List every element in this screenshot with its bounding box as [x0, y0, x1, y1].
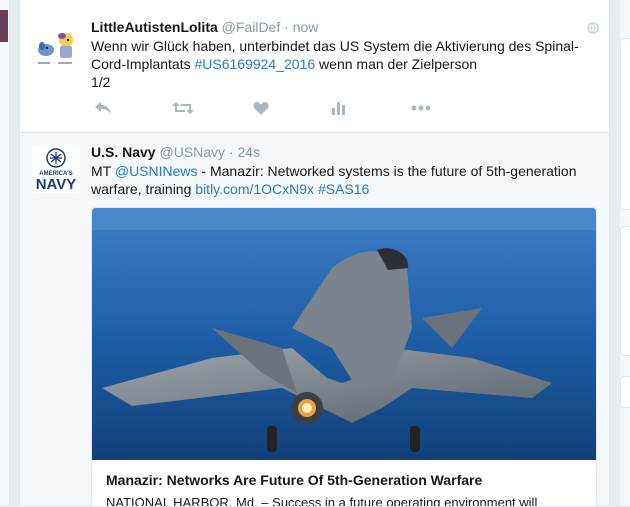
tweet-header: U.S. Navy @USNavy · 24s: [91, 143, 597, 161]
timestamp[interactable]: now: [293, 19, 319, 35]
globe-icon: [587, 21, 599, 39]
username[interactable]: @USNavy: [159, 144, 225, 160]
hashtag-link[interactable]: #SAS16: [318, 181, 369, 197]
tweet[interactable]: LittleAutistenLolita @FailDef · now Wenn…: [20, 10, 609, 133]
like-icon[interactable]: [249, 98, 273, 118]
left-column-edge: [0, 0, 10, 505]
avatar[interactable]: [32, 22, 80, 70]
separator: ·: [228, 144, 234, 160]
analytics-icon[interactable]: [327, 98, 351, 118]
card-title[interactable]: Manazir: Networks Are Future Of 5th-Gene…: [106, 472, 482, 488]
mention-link[interactable]: @USNINews: [115, 163, 198, 179]
tweet-text: Wenn wir Glück haben, unterbindet das US…: [91, 37, 597, 91]
card-description: NATIONAL HARBOR, Md. – Success in a futu…: [106, 495, 538, 507]
more-icon[interactable]: [409, 98, 433, 118]
avatar-label-bottom: NAVY: [36, 176, 77, 193]
hashtag-link[interactable]: #US6169924_2016: [194, 56, 315, 72]
retweet-icon[interactable]: [171, 98, 195, 118]
tweet-actions: [91, 98, 451, 118]
username[interactable]: @FailDef: [222, 19, 281, 35]
link-card[interactable]: Manazir: Networks Are Future Of 5th-Gene…: [91, 207, 597, 507]
fullname[interactable]: LittleAutistenLolita: [91, 19, 218, 35]
tweet-text-part: 1/2: [91, 74, 111, 90]
tweet-text: MT @USNINews - Manazir: Networked system…: [91, 162, 597, 198]
right-module-card: [620, 226, 630, 356]
tweet-header: LittleAutistenLolita @FailDef · now: [91, 18, 597, 36]
tweet-text-part: MT: [91, 163, 115, 179]
tweet-text-part: wenn man der Zielperson: [315, 56, 478, 72]
separator: ·: [284, 19, 289, 35]
reply-icon[interactable]: [91, 98, 115, 118]
card-image[interactable]: [92, 208, 596, 460]
fullname[interactable]: U.S. Navy: [91, 144, 156, 160]
right-module-card: [620, 38, 630, 210]
tweet[interactable]: AMERICA'S NAVY U.S. Navy @USNavy · 24s M…: [20, 133, 609, 507]
url-link[interactable]: bitly.com/1OCxN9x: [195, 181, 314, 197]
right-module-card: [620, 376, 630, 408]
avatar[interactable]: AMERICA'S NAVY: [32, 145, 80, 193]
timeline-stream: LittleAutistenLolita @FailDef · now Wenn…: [19, 0, 610, 507]
timestamp[interactable]: 24s: [238, 144, 261, 160]
left-thumbnail: [0, 10, 8, 42]
